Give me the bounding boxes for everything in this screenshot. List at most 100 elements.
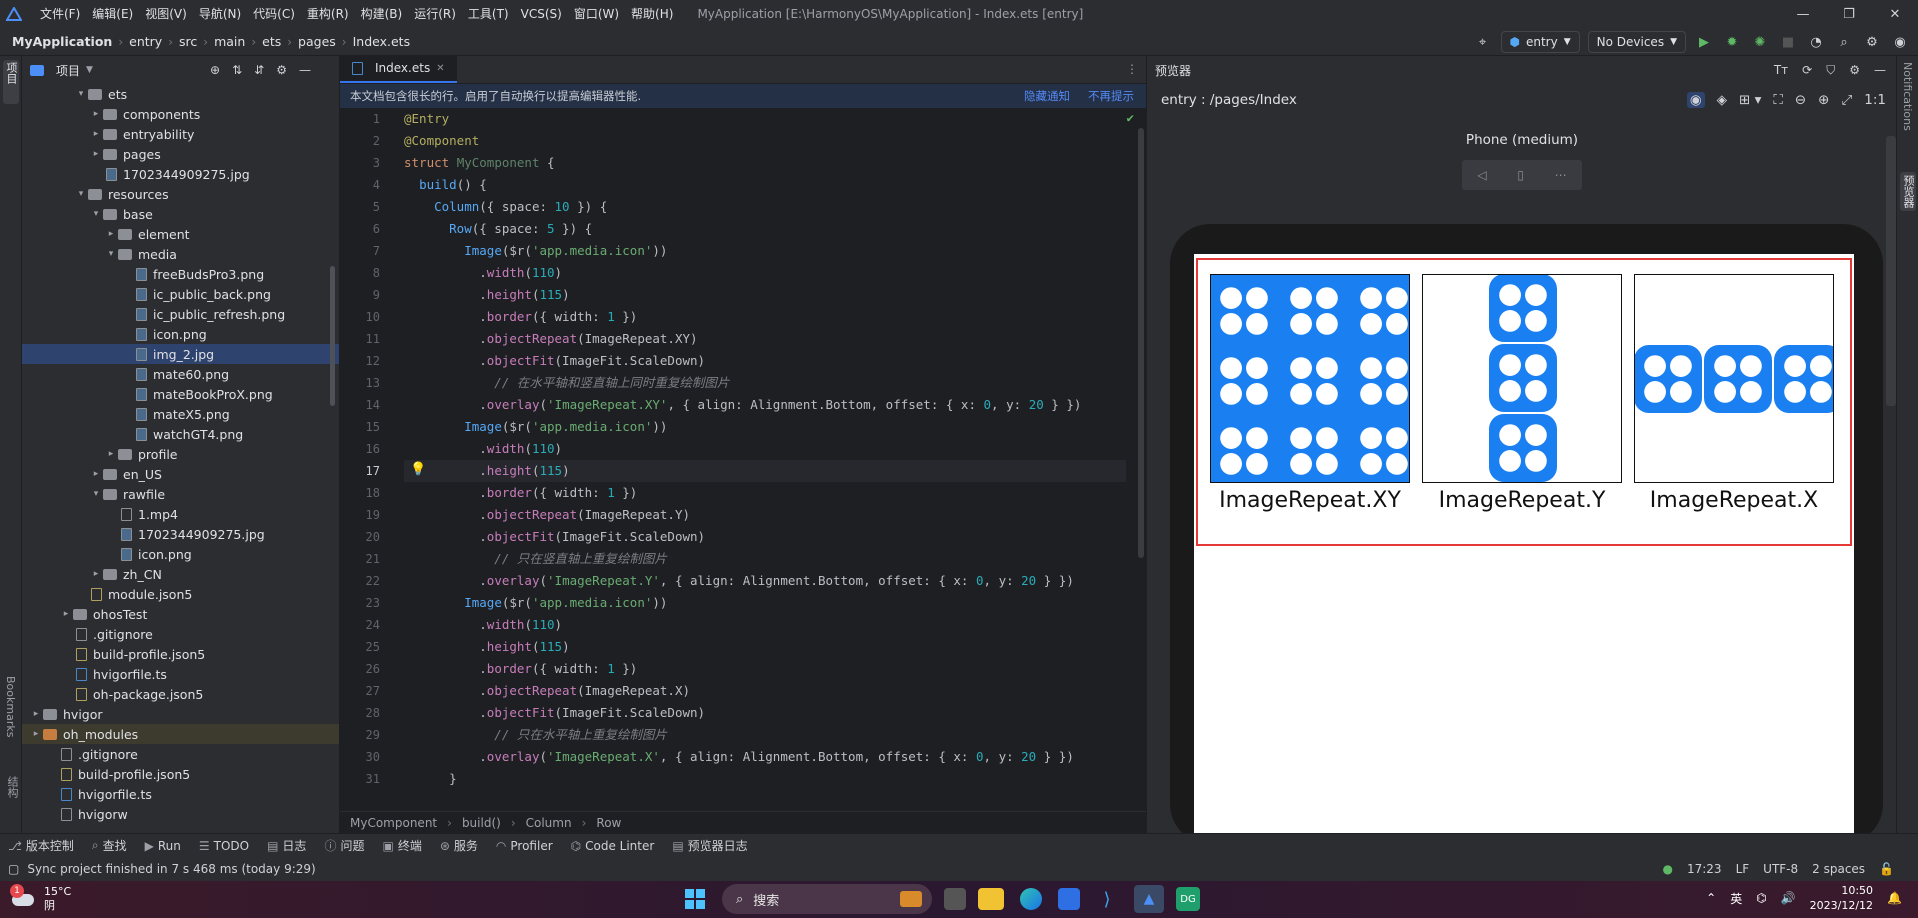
task-view-icon[interactable] [944, 888, 966, 910]
tree-node[interactable]: oh-package.json5 [22, 684, 339, 704]
structure-tool-button[interactable]: 结构 [4, 776, 20, 801]
code-line[interactable]: .width(110) [404, 614, 1126, 636]
preview-scrollbar[interactable] [1886, 136, 1896, 406]
tool-window-button[interactable]: ⌕ 查找 [92, 837, 127, 854]
fit-icon[interactable]: ⤢ [1841, 92, 1852, 108]
code-line[interactable]: .overlay('ImageRepeat.X', { align: Align… [404, 746, 1126, 768]
tree-node[interactable]: build-profile.json5 [22, 644, 339, 664]
status-layout-icon[interactable]: ▢ [8, 862, 19, 876]
tree-node[interactable]: ▸ hvigor [22, 704, 339, 724]
gear-icon[interactable]: ⚙ [1849, 63, 1860, 78]
eye-icon[interactable]: ◉ [1686, 92, 1705, 108]
datagrip-icon[interactable]: DG [1176, 887, 1200, 911]
back-triangle-icon[interactable]: ◁ [1477, 168, 1486, 182]
tree-node[interactable]: ▸ zh_CN [22, 564, 339, 584]
code-line[interactable]: // 只在水平轴上重复绘制图片 [404, 724, 1126, 746]
code-line[interactable]: @Component [404, 130, 1126, 152]
code-line[interactable]: .height(115) [404, 636, 1126, 658]
search-icon[interactable]: ⌕ [1834, 32, 1854, 52]
lock-icon[interactable]: 🔓 [1879, 862, 1894, 876]
hide-panel-icon[interactable]: — [299, 63, 311, 77]
debug-icon[interactable]: ✹ [1722, 32, 1742, 52]
user-icon[interactable]: ◉ [1890, 32, 1910, 52]
tool-window-button[interactable]: ⎇ 版本控制 [8, 837, 74, 854]
editor-scrollbar[interactable] [1138, 128, 1144, 558]
code-line[interactable]: Image($r('app.media.icon')) [404, 416, 1126, 438]
chevron-down-icon[interactable]: ▾ [89, 209, 103, 219]
image-repeat-x[interactable] [1634, 274, 1834, 483]
minimize-icon[interactable]: — [1780, 0, 1826, 28]
breadcrumb-item[interactable]: src [179, 34, 197, 49]
volume-icon[interactable]: 🔊 [1781, 891, 1796, 905]
tree-node[interactable]: img_2.jpg [22, 344, 339, 364]
tree-node[interactable]: ▾ rawfile [22, 484, 339, 504]
expand-all-icon[interactable]: ⇅ [232, 63, 242, 77]
code-line[interactable]: } [404, 768, 1126, 790]
chevron-down-icon[interactable]: ▼ [86, 65, 93, 75]
chevron-right-icon[interactable]: ▸ [29, 729, 43, 739]
edge-browser-icon[interactable] [1016, 885, 1046, 913]
chevron-right-icon[interactable]: ▸ [89, 109, 103, 119]
tree-node[interactable]: ▾ resources [22, 184, 339, 204]
code-breadcrumb-item[interactable]: Column [526, 816, 572, 830]
file-explorer-icon[interactable] [978, 888, 1004, 910]
notifications-tool-button[interactable]: Notifications [1901, 62, 1914, 134]
code-line[interactable]: .overlay('ImageRepeat.XY', { align: Alig… [404, 394, 1126, 416]
menu-item[interactable]: 重构(R) [301, 0, 355, 28]
image-repeat-y[interactable] [1422, 274, 1622, 483]
code-line[interactable]: Image($r('app.media.icon')) [404, 240, 1126, 262]
tree-node[interactable]: ▸ en_US [22, 464, 339, 484]
menu-item[interactable]: VCS(S) [515, 0, 568, 28]
deveco-studio-icon[interactable]: ▲ [1134, 885, 1164, 913]
code-line[interactable]: Column({ space: 10 }) { [404, 196, 1126, 218]
code-line[interactable]: struct MyComponent { [404, 152, 1126, 174]
more-tabs-icon[interactable]: ⋮ [1126, 62, 1138, 76]
tree-node[interactable]: ic_public_refresh.png [22, 304, 339, 324]
code-line[interactable]: .height(115) [404, 284, 1126, 306]
zoom-ratio[interactable]: 1:1 [1864, 92, 1886, 108]
line-separator[interactable]: LF [1736, 862, 1750, 876]
chevron-down-icon[interactable]: ▾ [89, 489, 103, 499]
project-tool-button[interactable]: 项目 [3, 60, 19, 104]
tool-window-button[interactable]: ⓘ 问题 [324, 837, 364, 854]
tool-window-button[interactable]: ▤ 日志 [267, 837, 306, 854]
chevron-right-icon[interactable]: ▸ [89, 469, 103, 479]
code-line[interactable]: .objectFit(ImageFit.ScaleDown) [404, 702, 1126, 724]
menu-item[interactable]: 窗口(W) [568, 0, 625, 28]
tree-node[interactable]: ic_public_back.png [22, 284, 339, 304]
code-line[interactable]: .objectRepeat(ImageRepeat.X) [404, 680, 1126, 702]
tool-window-button[interactable]: ⌬ Code Linter [571, 839, 655, 853]
store-icon[interactable] [1058, 888, 1080, 910]
code-line[interactable]: .objectRepeat(ImageRepeat.Y) [404, 504, 1126, 526]
clock[interactable]: 10:50 2023/12/12 [1810, 883, 1873, 913]
locate-icon[interactable]: ⌖ [1473, 32, 1493, 52]
code-line[interactable]: .objectFit(ImageFit.ScaleDown) [404, 350, 1126, 372]
previewer-tool-button[interactable]: 预览器 [1900, 172, 1916, 211]
chevron-right-icon[interactable]: ▸ [59, 609, 73, 619]
indent-setting[interactable]: 2 spaces [1812, 862, 1865, 876]
tree-node[interactable]: hvigorfile.ts [22, 664, 339, 684]
attach-debugger-icon[interactable]: ✺ [1750, 32, 1770, 52]
tool-window-button[interactable]: ⊛ 服务 [440, 837, 478, 854]
network-icon[interactable]: ⌬ [1756, 891, 1766, 905]
code-lines[interactable]: @Entry @Component struct MyComponent { bui… [404, 108, 1126, 790]
chevron-right-icon[interactable]: ▸ [104, 449, 118, 459]
menu-item[interactable]: 视图(V) [139, 0, 193, 28]
status-message[interactable]: Sync project finished in 7 s 468 ms (tod… [27, 862, 315, 876]
tool-window-button[interactable]: ▣ 终端 [382, 837, 421, 854]
settings-icon[interactable]: ⚙ [1862, 32, 1882, 52]
run-config-select[interactable]: ⬢ entry ▼ [1500, 31, 1580, 53]
breadcrumb-item[interactable]: entry [129, 34, 162, 49]
restore-icon[interactable]: ❐ [1826, 0, 1872, 28]
menu-item[interactable]: 代码(C) [247, 0, 301, 28]
chevron-right-icon[interactable]: ▸ [104, 229, 118, 239]
tree-node[interactable]: ▾ ets [22, 84, 339, 104]
chevron-down-icon[interactable]: ▾ [104, 249, 118, 259]
code-breadcrumb-item[interactable]: Row [596, 816, 621, 830]
tree-node[interactable]: ▸ pages [22, 144, 339, 164]
tool-window-button[interactable]: ☰ TODO [199, 839, 249, 853]
refresh-icon[interactable]: ⟳ [1802, 63, 1812, 78]
chevron-down-icon[interactable]: ▾ [74, 189, 88, 199]
breadcrumb-item[interactable]: Index.ets [353, 34, 411, 49]
menu-item[interactable]: 运行(R) [408, 0, 462, 28]
